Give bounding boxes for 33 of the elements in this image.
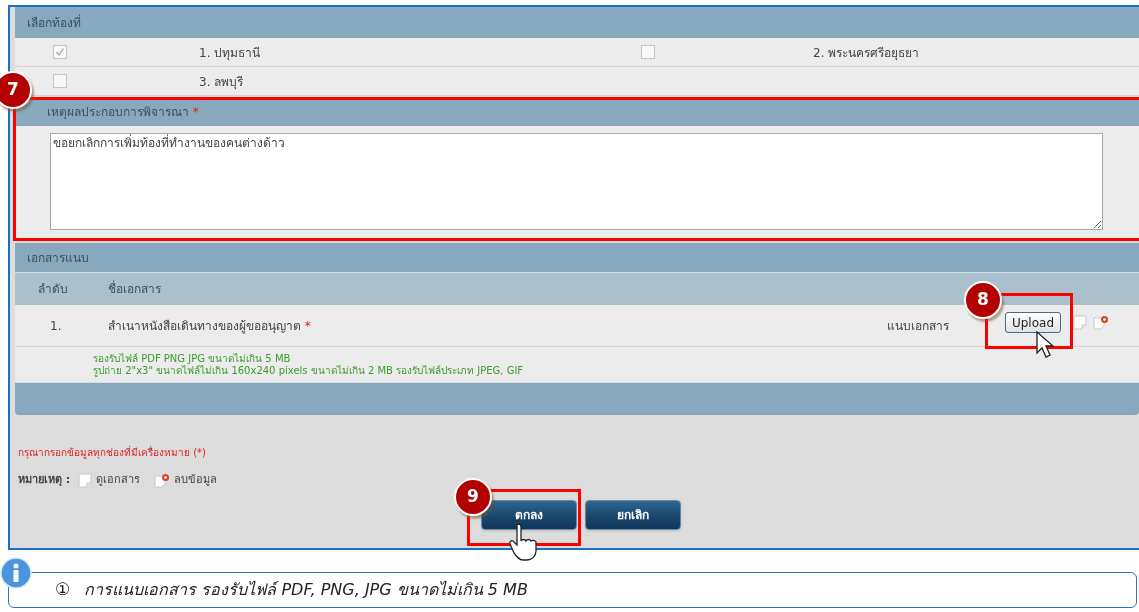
ok-button[interactable]: ตกลง bbox=[481, 499, 577, 530]
legend-text: ดูเอกสาร bbox=[96, 472, 141, 488]
column-header: ชื่อเอกสาร bbox=[108, 280, 161, 298]
option-label: 2. พระนครศรีอยุธยา bbox=[813, 46, 920, 60]
reason-textarea[interactable]: ขอยกเลิกการเพิ่มท้องที่ทำงานของคนต่างด้าว bbox=[50, 133, 1103, 230]
option-label: 3. ลพบุรี bbox=[199, 75, 244, 89]
table-cell-text: สำเนาหนังสือเดินทางของผู้ขออนุญาต * bbox=[108, 317, 311, 335]
section-title: เลือกท้องที่ bbox=[27, 13, 81, 32]
checkbox[interactable] bbox=[641, 45, 655, 59]
table-cell-text: 1. bbox=[50, 317, 63, 335]
column-header: ลำดับ bbox=[38, 281, 69, 298]
delete-page-icon bbox=[154, 472, 171, 488]
attach-label: แนบเอกสาร bbox=[886, 317, 949, 335]
step-badge: 7 bbox=[0, 71, 32, 109]
upload-button[interactable]: Upload bbox=[1004, 312, 1061, 333]
section-title: เหตุผลประกอบการพิจารณา * bbox=[47, 104, 199, 121]
checkbox[interactable] bbox=[53, 45, 67, 59]
required-note: กรุณากรอกข้อมูลทุกช่องที่มีเครื่องหมาย (*) bbox=[18, 445, 207, 460]
file-note: รูปถ่าย 2"x3" ขนาดไฟล์ไม่เกิน 160x240 pixels ขนาดไม่เกิน 2 MB รองรับไฟล์ประเภท JPEG, GIF bbox=[93, 365, 525, 377]
info-text: การแนบเอกสาร รองรับไฟล์ PDF, PNG, JPG ขนาดไม่เกิน 5 MB bbox=[84, 579, 528, 601]
cancel-button[interactable]: ยกเลิก bbox=[585, 499, 681, 530]
legend-text: ลบข้อมูล bbox=[174, 472, 218, 488]
file-note: รองรับไฟล์ PDF PNG JPG ขนาดไม่เกิน 5 MB bbox=[93, 353, 292, 365]
pointer-cursor-icon bbox=[1036, 331, 1058, 359]
check-icon bbox=[55, 47, 65, 57]
option-label: 1. ปทุมธานี bbox=[199, 46, 261, 60]
checkbox[interactable] bbox=[53, 74, 67, 88]
legend-label: หมายเหตุ : bbox=[18, 472, 71, 488]
view-document-icon[interactable] bbox=[1073, 315, 1087, 330]
section-title: เอกสารแนบ bbox=[27, 249, 89, 267]
note-marker: ① bbox=[55, 578, 71, 602]
page-icon bbox=[78, 472, 93, 488]
delete-document-icon[interactable] bbox=[1093, 315, 1109, 330]
